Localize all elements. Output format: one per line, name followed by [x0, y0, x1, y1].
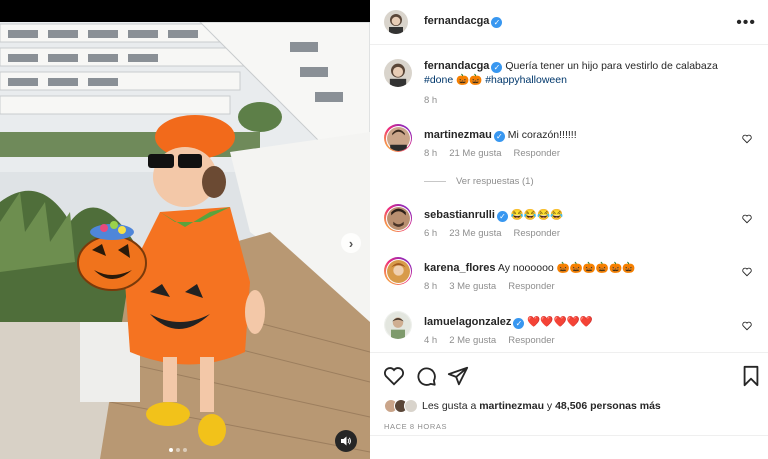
- heart-outline-icon[interactable]: [742, 321, 752, 331]
- divider: [370, 435, 768, 436]
- commenter-avatar[interactable]: [384, 257, 412, 285]
- carousel-dot: [176, 448, 180, 452]
- likes-text: Les gusta a martinezmau y 48,506 persona…: [422, 400, 661, 412]
- likes-summary: Les gusta a martinezmau y 48,506 persona…: [384, 399, 661, 413]
- audio-toggle-button[interactable]: [335, 430, 357, 452]
- post-header: fernandacga ✓ •••: [370, 0, 768, 45]
- commenter-avatar[interactable]: [384, 204, 412, 232]
- comment-time: 4 h: [424, 335, 438, 346]
- comment-username[interactable]: sebastianrulli: [424, 209, 495, 221]
- post-time-ago: HACE 8 HORAS: [384, 422, 448, 431]
- comment-meta: 6 h 23 Me gusta Responder: [424, 228, 560, 239]
- author-username[interactable]: fernandacga: [424, 15, 489, 27]
- comment-meta: 8 h 3 Me gusta Responder: [424, 281, 555, 292]
- next-slide-button[interactable]: ›: [341, 233, 361, 253]
- heart-outline-icon[interactable]: [742, 214, 752, 224]
- comment-meta: 4 h 2 Me gusta Responder: [424, 335, 555, 346]
- comment-meta: 8 h 21 Me gusta Responder: [424, 148, 560, 159]
- hashtag-done[interactable]: #done: [424, 74, 453, 86]
- reply-button[interactable]: Responder: [514, 148, 560, 159]
- comment-likes[interactable]: 23 Me gusta: [449, 228, 501, 239]
- reply-button[interactable]: Responder: [508, 335, 554, 346]
- view-replies-button[interactable]: Ver respuestas (1): [424, 176, 534, 187]
- comment-text: 😂😂😂😂: [510, 209, 564, 221]
- likes-middle: y: [544, 400, 556, 412]
- author-avatar[interactable]: [384, 59, 412, 87]
- heart-outline-icon[interactable]: [742, 134, 752, 144]
- verified-icon: ✓: [496, 211, 508, 222]
- verified-icon: ✓: [513, 318, 525, 329]
- speaker-icon: [341, 436, 351, 446]
- post-photo[interactable]: [0, 22, 370, 459]
- comment-item: martinezmau ✓ Mi corazón!!!!!! 8 h 21 Me …: [384, 124, 760, 164]
- comment-likes[interactable]: 3 Me gusta: [449, 281, 496, 292]
- like-heart-icon[interactable]: [383, 365, 405, 387]
- heart-outline-icon[interactable]: [742, 267, 752, 277]
- comment-text: Ay noooooo 🎃🎃🎃🎃🎃🎃: [497, 262, 636, 274]
- comment-username[interactable]: martinezmau: [424, 129, 492, 141]
- caption-meta: 8 h: [424, 95, 437, 106]
- commenter-avatar[interactable]: [384, 124, 412, 152]
- comment-time: 8 h: [424, 281, 438, 292]
- liker-avatar: [404, 399, 418, 413]
- media-top-bar: [0, 0, 370, 22]
- carousel-dot: [169, 448, 173, 452]
- comment-bubble-icon[interactable]: [415, 365, 437, 387]
- comment-item: lamuelagonzalez ✓ ❤️❤️❤️❤️❤️ 4 h 2 Me gus…: [384, 311, 760, 351]
- carousel-indicator: [169, 448, 187, 452]
- caption-text-block: fernandacga ✓ Quería tener un hijo para v…: [424, 59, 754, 87]
- post-actions: Les gusta a martinezmau y 48,506 persona…: [370, 352, 768, 459]
- author-avatar[interactable]: [384, 10, 408, 34]
- post-side-panel: fernandacga ✓ ••• fernandacga ✓ Quería ten…: [370, 0, 768, 459]
- caption-time: 8 h: [424, 95, 438, 106]
- save-bookmark-icon[interactable]: [740, 365, 762, 387]
- verified-icon: ✓: [491, 62, 503, 73]
- caption-emoji: 🎃🎃: [456, 74, 483, 86]
- comment-time: 8 h: [424, 148, 438, 159]
- comment-username[interactable]: karena_flores: [424, 262, 496, 274]
- comment-text-block: sebastianrulli ✓ 😂😂😂😂: [424, 208, 724, 222]
- more-options-icon[interactable]: •••: [736, 14, 756, 32]
- comment-item: sebastianrulli ✓ 😂😂😂😂 6 h 23 Me gusta Res…: [384, 204, 760, 244]
- carousel-dot: [183, 448, 187, 452]
- comment-time: 6 h: [424, 228, 438, 239]
- post-media[interactable]: ›: [0, 0, 370, 459]
- likes-first-user[interactable]: martinezmau: [479, 400, 544, 412]
- verified-icon: ✓: [493, 131, 505, 142]
- share-paper-plane-icon[interactable]: [447, 365, 469, 387]
- replies-divider: [424, 181, 446, 182]
- caption-text: Quería tener un hijo para vestirlo de ca…: [505, 60, 718, 72]
- likes-count[interactable]: 48,506 personas más: [555, 400, 661, 412]
- comment-username[interactable]: lamuelagonzalez: [424, 316, 511, 328]
- caption-username[interactable]: fernandacga: [424, 60, 489, 72]
- likes-prefix: Les gusta a: [422, 400, 480, 412]
- comment-item: karena_flores Ay noooooo 🎃🎃🎃🎃🎃🎃 8 h 3 Me…: [384, 257, 760, 297]
- comment-text: Mi corazón!!!!!!: [507, 129, 577, 141]
- comment-likes[interactable]: 21 Me gusta: [449, 148, 501, 159]
- comment-text-block: lamuelagonzalez ✓ ❤️❤️❤️❤️❤️: [424, 315, 724, 329]
- comment-text-block: martinezmau ✓ Mi corazón!!!!!!: [424, 128, 724, 142]
- verified-icon: ✓: [491, 17, 503, 28]
- hashtag-happyhalloween[interactable]: #happyhalloween: [485, 74, 567, 86]
- post-caption: fernandacga ✓ Quería tener un hijo para v…: [384, 59, 760, 111]
- comment-likes[interactable]: 2 Me gusta: [449, 335, 496, 346]
- commenter-avatar[interactable]: [384, 311, 412, 339]
- view-replies-label: Ver respuestas (1): [456, 176, 534, 187]
- reply-button[interactable]: Responder: [514, 228, 560, 239]
- reply-button[interactable]: Responder: [508, 281, 554, 292]
- comment-text: ❤️❤️❤️❤️❤️: [527, 316, 593, 328]
- comment-text-block: karena_flores Ay noooooo 🎃🎃🎃🎃🎃🎃: [424, 261, 724, 275]
